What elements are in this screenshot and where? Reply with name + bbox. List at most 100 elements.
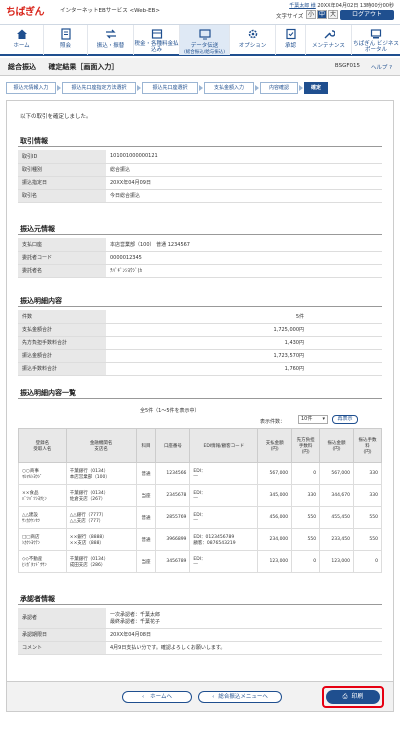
table-row: 委託者名 ﾁﾊﾞｷﾞﾝｼﾖｳｼﾞ(ｶ bbox=[18, 264, 382, 278]
nav-approval[interactable]: 承認 bbox=[276, 25, 306, 55]
global-nav: ホーム 照会 振込・振替 税金・各種料金払込み データ伝送 (総合振込/給与振込… bbox=[0, 24, 400, 56]
transfer-menu-button[interactable]: ‹ 総合振込メニューへ bbox=[198, 691, 282, 703]
login-time: 20XX年04月02日 13時00分00秒 bbox=[317, 3, 394, 9]
tax-icon bbox=[151, 29, 162, 39]
bank-cell: 千葉銀行（0134） 佐倉支店（267） bbox=[65, 484, 137, 507]
branch-name: 佐倉支店（267） bbox=[69, 496, 106, 502]
nav-option[interactable]: オプション bbox=[230, 25, 276, 55]
section-title-detail: 振込明細内容 bbox=[20, 297, 62, 305]
step-arrow-icon bbox=[137, 85, 141, 91]
redisplay-button[interactable]: 再表示 bbox=[332, 415, 358, 424]
nav-transfer[interactable]: 振込・振替 bbox=[88, 25, 134, 55]
display-count-select[interactable]: 10件 ▾ bbox=[298, 415, 328, 424]
font-size-small-button[interactable]: 小 bbox=[306, 10, 316, 19]
account-type: 当座 bbox=[135, 550, 157, 573]
table-row: 取引種別 総合振込 bbox=[18, 163, 382, 177]
bank-cell: △△銀行（7777） △△支店（777） bbox=[65, 506, 137, 529]
nav-inquiry[interactable]: 照会 bbox=[44, 25, 88, 55]
table-row: 取引名 今日総合振込 bbox=[18, 189, 382, 203]
payee-fee: 550 bbox=[291, 528, 321, 551]
field-label: 承認者 bbox=[18, 608, 106, 629]
page-title: 総合振込 確定結果［画面入力］ bbox=[8, 62, 118, 72]
payee-cell: ××食品 ﾊﾞﾂﾊﾞﾂｼﾖｸﾋﾝ bbox=[18, 484, 67, 507]
field-value: 一次承認者：千葉太郎 最終承認者：千葉花子 bbox=[106, 608, 382, 629]
field-label: 件数 bbox=[18, 310, 106, 324]
branch-name: ××支店（888） bbox=[69, 540, 104, 546]
user-name[interactable]: 千葉太郎 様 bbox=[289, 3, 316, 9]
nav-portal[interactable]: ちばぎん ビジネスポータル bbox=[352, 25, 400, 55]
col-header: 先方負担 手数料 (円) bbox=[291, 428, 321, 463]
section-title-transaction: 取引情報 bbox=[20, 137, 48, 145]
nav-home[interactable]: ホーム bbox=[0, 25, 44, 55]
help-link[interactable]: ヘルプ ? bbox=[371, 63, 392, 71]
completion-message: 以下の取引を確定しました。 bbox=[20, 114, 92, 120]
transfer-amount: 123,000 bbox=[319, 550, 355, 573]
field-value: 本店営業部（100） 普通 1234567 bbox=[106, 238, 382, 252]
step-2: 振込先口座指定方法選択 bbox=[62, 82, 136, 94]
font-size-label: 文字サイズ bbox=[276, 14, 304, 20]
transfer-detail-list: 登録名 受取人名 金融機関名 支店名 科目 口座番号 EDI情報/顧客コード 支… bbox=[18, 428, 382, 573]
payee-kana: ﾊﾞﾂﾊﾞﾂｼﾖｸﾋﾝ bbox=[22, 496, 47, 502]
nav-label: ちばぎん ビジネスポータル bbox=[353, 41, 399, 53]
step-arrow-icon bbox=[57, 85, 61, 91]
nav-maintenance[interactable]: メンテナンス bbox=[306, 25, 352, 55]
nav-label: ホーム bbox=[13, 43, 30, 49]
transfer-amount: 233,450 bbox=[319, 528, 355, 551]
field-value: 20XX年04月08日 bbox=[106, 628, 382, 642]
account-number: 2855769 bbox=[155, 506, 191, 529]
table-row: 委託者コード 0000012345 bbox=[18, 251, 382, 265]
step-arrow-icon bbox=[299, 85, 303, 91]
col-header-label: 振込金額 (円) bbox=[327, 440, 346, 452]
section-divider bbox=[18, 604, 382, 605]
transfer-amount: 344,670 bbox=[319, 484, 355, 507]
col-header: 口座番号 bbox=[155, 428, 191, 463]
account-number: 3966899 bbox=[155, 528, 191, 551]
col-header: EDI情報/顧客コード bbox=[189, 428, 259, 463]
service-name: インターネットEBサービス <Web-EB> bbox=[60, 8, 160, 14]
print-button[interactable]: ⎙ 印刷 bbox=[326, 690, 380, 704]
font-size-large-button[interactable]: 大 bbox=[328, 10, 338, 19]
payee-fee: 0 bbox=[291, 550, 321, 573]
step-3: 振込先口座選択 bbox=[142, 82, 198, 94]
table-row: 承認者 一次承認者：千葉太郎 最終承認者：千葉花子 bbox=[18, 608, 382, 629]
result-count: 全5件（1～5件を表示中） bbox=[140, 408, 200, 414]
approval-icon bbox=[285, 28, 296, 40]
table-row: 承認期限日 20XX年04月08日 bbox=[18, 628, 382, 642]
field-label: 支払金額合計 bbox=[18, 323, 106, 337]
display-count-value: 10件 bbox=[301, 416, 313, 422]
account-type: 普通 bbox=[135, 528, 157, 551]
nav-label: 承認 bbox=[284, 43, 296, 49]
payment-amount: 567,000 bbox=[257, 462, 293, 485]
branch-name: 本店営業部（100） bbox=[69, 474, 110, 480]
transaction-info-table: 取引ID 101001000000121 取引種別 総合振込 振込指定日 20XX年0… bbox=[18, 150, 382, 203]
edi-info: EDI： ― bbox=[189, 506, 259, 529]
home-icon bbox=[16, 29, 27, 39]
home-button[interactable]: ‹ ホームへ bbox=[122, 691, 192, 703]
step-4: 支払金額入力 bbox=[204, 82, 254, 94]
home-button-label: ホームへ bbox=[150, 694, 173, 700]
logout-button[interactable]: ログアウト bbox=[340, 10, 394, 20]
table-row: 支払口座 本店営業部（100） 普通 1234567 bbox=[18, 238, 382, 252]
section-divider bbox=[18, 146, 382, 147]
step-arrow-icon bbox=[199, 85, 203, 91]
field-value: 1,760円 bbox=[106, 362, 382, 376]
field-value: 101001000000121 bbox=[106, 150, 382, 164]
help-icon: ? bbox=[389, 65, 392, 71]
step-arrow-icon bbox=[255, 85, 259, 91]
data-transmission-icon bbox=[198, 29, 211, 40]
gear-icon bbox=[248, 29, 257, 39]
account-type: 当座 bbox=[135, 484, 157, 507]
col-header-label: 科目 bbox=[141, 443, 151, 449]
branch-name: △△支店（777） bbox=[69, 518, 104, 524]
transfer-amount: 455,450 bbox=[319, 506, 355, 529]
payee-cell: □□商店 ｼｶｸｼﾖｳﾃﾝ bbox=[18, 528, 67, 551]
nav-data-transmission[interactable]: データ伝送 (総合振込/給与振込) bbox=[180, 25, 230, 55]
nav-tax[interactable]: 税金・各種料金払込み bbox=[134, 25, 180, 55]
font-size-medium-button[interactable]: 中 bbox=[317, 10, 327, 19]
edi-info: EDI： ― bbox=[189, 462, 259, 485]
help-label: ヘルプ bbox=[370, 65, 388, 71]
section-divider bbox=[18, 234, 382, 235]
transfer-fee: 550 bbox=[353, 528, 382, 551]
col-header-label: 振込手数 料 (円) bbox=[358, 437, 377, 455]
branch-name: 成田支店（286） bbox=[69, 562, 106, 568]
